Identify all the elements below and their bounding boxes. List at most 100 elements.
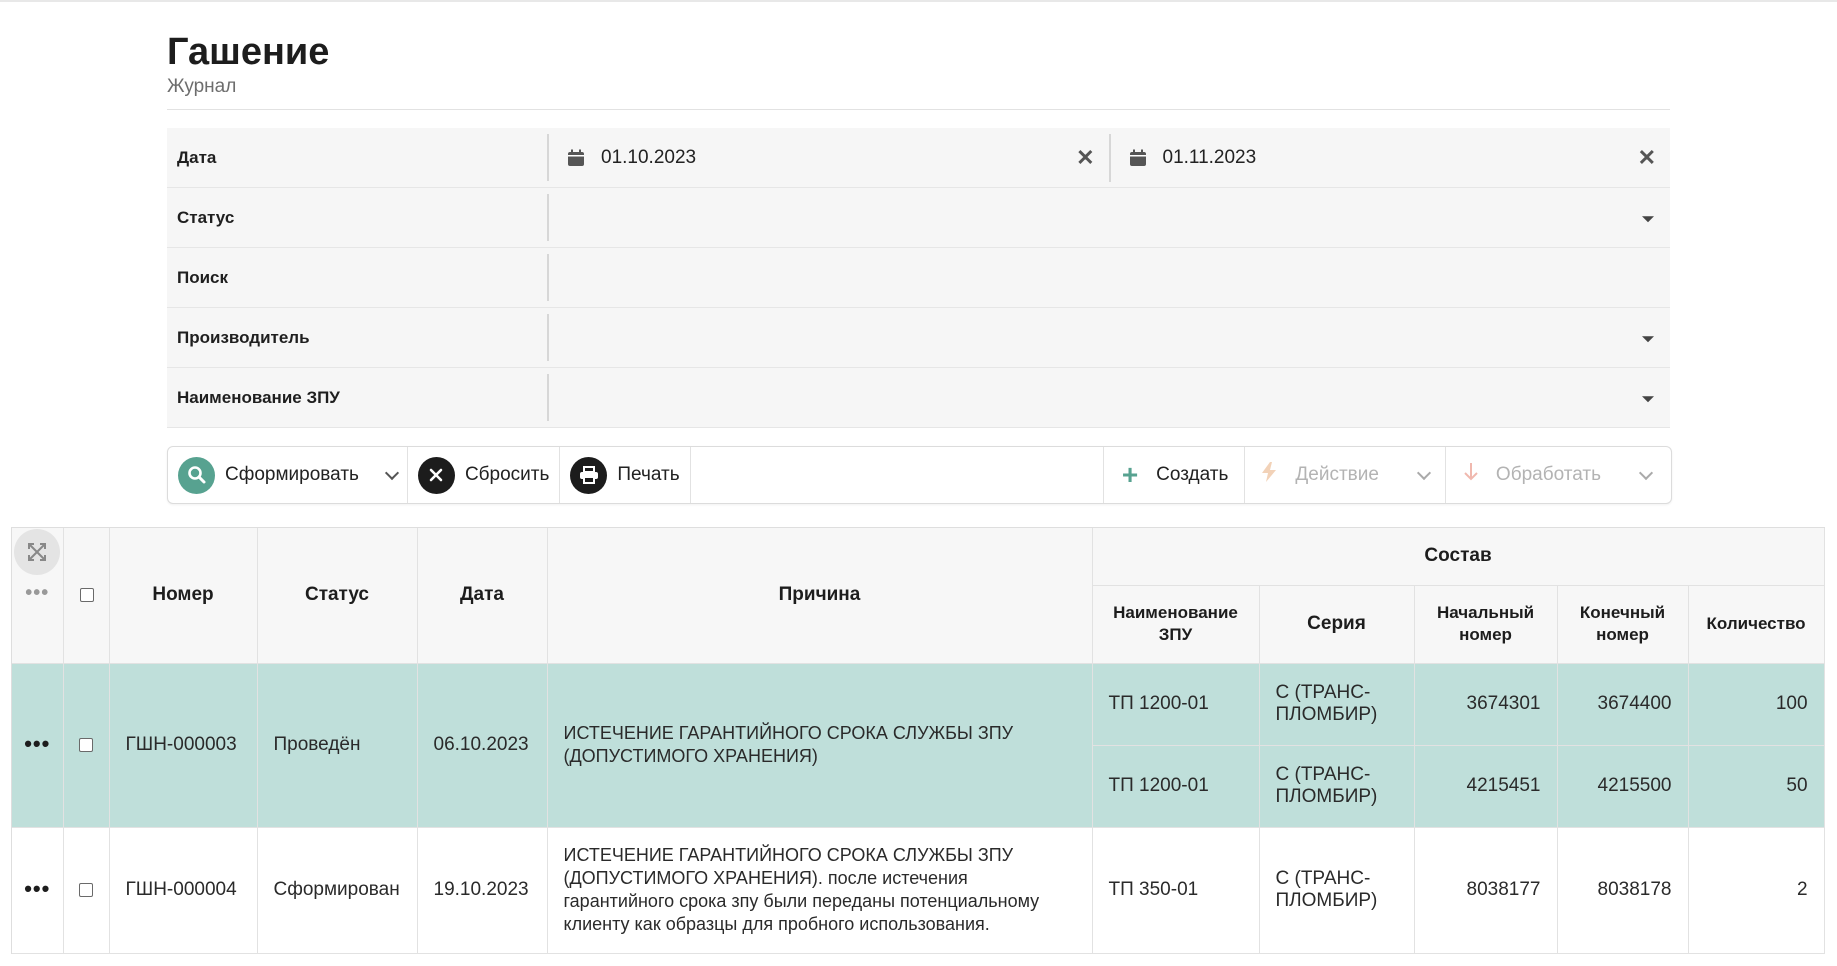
cell-reason: ИСТЕЧЕНИЕ ГАРАНТИЙНОГО СРОКА СЛУЖБЫ ЗПУ … [547,827,1093,954]
row-menu-cell: ••• [12,827,64,954]
col-group-composition: Состав [1092,528,1825,586]
lightning-icon [1261,462,1277,488]
calendar-icon[interactable] [567,149,585,167]
toolbar: Сформировать Сбросить Печать + Создать Д… [167,446,1672,504]
chevron-down-icon[interactable] [1416,465,1431,480]
action-button[interactable]: Действие [1245,447,1446,503]
page-title: Гашение [167,31,330,73]
printer-icon [570,456,608,494]
page-header: Гашение Журнал [167,28,1670,98]
print-button[interactable]: Печать [560,447,691,503]
process-button[interactable]: Обработать [1446,447,1671,503]
table-row[interactable]: ••• ГШН-000004 Сформирован 19.10.2023 ИС… [12,827,1825,954]
caret-down-icon[interactable] [1642,335,1654,342]
close-icon [417,456,455,494]
chevron-down-icon[interactable] [1638,465,1654,480]
arrow-down-icon [1464,462,1478,488]
row-checkbox[interactable] [79,737,93,752]
action-label: Действие [1295,464,1379,485]
date-from-field[interactable]: 01.10.2023 ✕ [549,128,1109,187]
col-date[interactable]: Дата [417,528,548,664]
filter-label-status: Статус [167,194,549,241]
date-from-value: 01.10.2023 [601,146,697,168]
cell-zpu-name: ТП 1200-01 [1092,745,1260,828]
date-to-value: 01.11.2023 [1162,146,1257,168]
clear-date-to-icon[interactable]: ✕ [1638,145,1656,171]
cell-quantity: 2 [1688,827,1825,954]
header-divider [167,109,1670,110]
zpu-name-select[interactable] [549,368,1670,427]
cell-status: Проведён [257,663,418,828]
process-label: Обработать [1495,464,1601,485]
cell-quantity: 50 [1688,745,1825,828]
col-series[interactable]: Серия [1259,585,1415,664]
filter-row-date: Дата 01.10.2023 ✕ 01.11.2023 ✕ [167,128,1670,188]
more-icon[interactable]: ••• [24,731,50,756]
more-icon[interactable]: ••• [12,583,63,603]
clear-date-from-icon[interactable]: ✕ [1076,145,1094,171]
filter-row-search: Поиск [167,248,1670,308]
expand-icon[interactable] [14,529,61,575]
row-checkbox-cell [63,663,110,828]
page-subtitle: Журнал [167,76,237,97]
caret-down-icon[interactable] [1642,215,1654,222]
filter-row-zpu-name: Наименование ЗПУ [167,368,1670,428]
search-input[interactable] [549,248,1670,307]
row-checkbox[interactable] [79,882,93,897]
more-icon[interactable]: ••• [24,876,50,901]
cell-series: С (ТРАНС-ПЛОМБИР) [1259,827,1415,954]
cell-series: С (ТРАНС-ПЛОМБИР) [1259,745,1415,828]
col-quantity[interactable]: Количество [1688,585,1825,664]
cell-date: 06.10.2023 [417,663,548,828]
cell-date: 19.10.2023 [417,827,548,954]
select-all-checkbox[interactable] [79,588,94,603]
col-zpu-name[interactable]: Наименование ЗПУ [1092,585,1260,664]
cell-start-number: 4215451 [1414,745,1558,828]
expand-header-cell: ••• [12,528,64,664]
cell-zpu-name: ТП 350-01 [1092,827,1260,954]
plus-icon: + [1121,459,1139,490]
filter-row-manufacturer: Производитель [167,308,1670,368]
cell-start-number: 3674301 [1414,663,1558,746]
row-menu-cell: ••• [12,663,64,828]
cell-number[interactable]: ГШН-000004 [109,827,258,954]
cell-end-number: 8038178 [1557,827,1689,954]
reset-label: Сбросить [464,464,550,485]
caret-down-icon[interactable] [1642,395,1654,402]
generate-button[interactable]: Сформировать [168,447,408,503]
col-start-number[interactable]: Начальный номер [1414,585,1558,664]
calendar-icon[interactable] [1129,149,1147,167]
filter-label-search: Поиск [167,254,549,301]
print-label: Печать [617,464,680,485]
col-status[interactable]: Статус [257,528,418,664]
manufacturer-select[interactable] [549,308,1670,367]
generate-label: Сформировать [225,464,359,485]
cell-series: С (ТРАНС-ПЛОМБИР) [1259,663,1415,746]
create-label: Создать [1156,464,1229,485]
filter-label-date: Дата [167,134,549,181]
date-to-field[interactable]: 01.11.2023 ✕ [1108,133,1671,182]
cell-zpu-name: ТП 1200-01 [1092,663,1260,746]
cell-number[interactable]: ГШН-000003 [109,663,258,828]
col-number[interactable]: Номер [109,528,258,664]
status-select[interactable] [549,188,1670,247]
cell-status: Сформирован [257,827,418,954]
row-checkbox-cell [63,827,110,954]
date-range: 01.10.2023 ✕ 01.11.2023 ✕ [549,128,1670,187]
create-button[interactable]: + Создать [1102,447,1246,503]
cell-end-number: 4215500 [1557,745,1689,828]
cell-start-number: 8038177 [1414,827,1558,954]
chevron-down-icon[interactable] [384,465,400,480]
select-all-cell [63,528,110,664]
journal-table: ••• Номер Статус Дата Причина Состав Наи… [11,527,1825,954]
reset-button[interactable]: Сбросить [408,447,561,503]
cell-quantity: 100 [1688,663,1825,746]
filter-label-manufacturer: Производитель [167,314,549,361]
top-border [0,0,1837,2]
cell-reason: ИСТЕЧЕНИЕ ГАРАНТИЙНОГО СРОКА СЛУЖБЫ ЗПУ … [547,663,1093,828]
col-reason[interactable]: Причина [547,528,1093,664]
filter-label-zpu-name: Наименование ЗПУ [167,374,549,421]
table-row[interactable]: ••• ГШН-000003 Проведён 06.10.2023 ИСТЕЧ… [12,663,1825,828]
col-end-number[interactable]: Конечный номер [1557,585,1689,664]
